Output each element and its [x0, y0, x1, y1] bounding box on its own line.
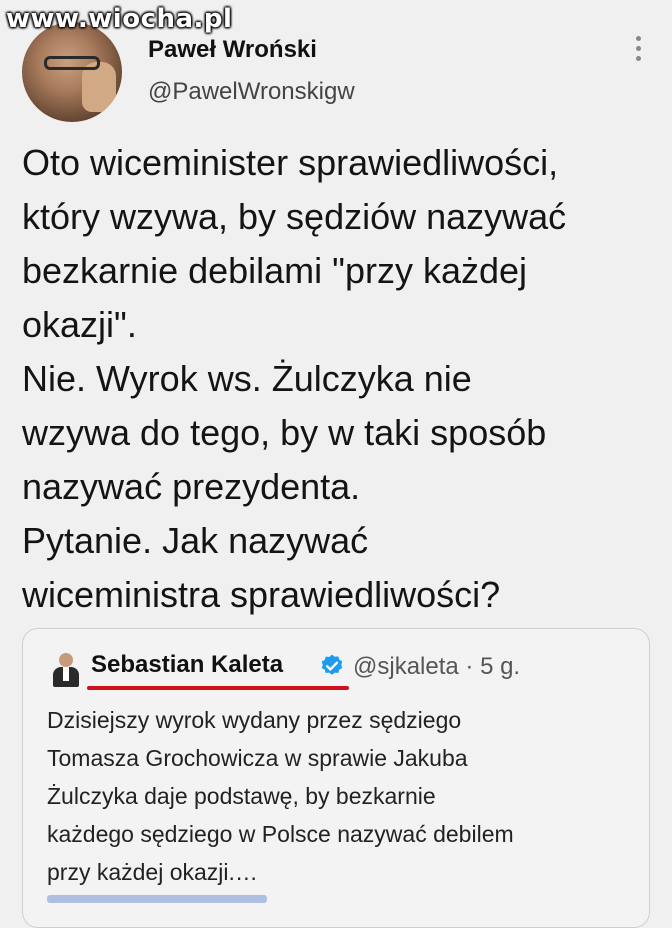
quoted-line: Tomasza Grochowicza w sprawie Jakuba [47, 745, 468, 771]
quoted-line: Dzisiejszy wyrok wydany przez sędziego [47, 707, 462, 733]
tweet-line: bezkarnie debilami "przy każdej [22, 250, 528, 291]
more-vertical-icon[interactable] [630, 36, 646, 66]
red-underline [87, 686, 349, 690]
tweet-line: Pytanie. Jak nazywać [22, 520, 369, 561]
quoted-author-name[interactable]: Sebastian Kaleta [91, 651, 283, 679]
tweet-line: wiceministra sprawiedliwości? [22, 574, 501, 615]
quoted-body: Dzisiejszy wyrok wydany przez sędziego T… [47, 701, 607, 891]
show-thread-link[interactable] [47, 895, 267, 903]
tweet-line: Oto wiceminister sprawiedliwości, [22, 142, 559, 183]
tweet-line: nazywać prezydenta. [22, 466, 361, 507]
tweet-body: Oto wiceminister sprawiedliwości, który … [22, 136, 662, 622]
verified-badge-icon [321, 654, 343, 675]
tweet-header: Paweł Wroński @PawelWronskigw [22, 22, 650, 122]
quoted-line: Żulczyka daje podstawę, by bezkarnie [47, 783, 436, 809]
author-avatar[interactable] [22, 22, 122, 122]
tweet-line: Nie. Wyrok ws. Żulczyka nie [22, 358, 472, 399]
watermark: www.wiocha.pl [6, 4, 233, 34]
author-name[interactable]: Paweł Wroński [148, 36, 317, 64]
tweet-line: który wzywa, by sędziów nazywać [22, 196, 567, 237]
quoted-author-avatar[interactable] [51, 653, 81, 687]
quoted-line: przy każdej okazji.… [47, 859, 258, 885]
quoted-line: każdego sędziego w Polsce nazywać debile… [47, 821, 514, 847]
quoted-tweet[interactable]: Sebastian Kaleta @sjkaleta · 5 g. Dzisie… [22, 628, 650, 928]
quoted-handle-time[interactable]: @sjkaleta · 5 g. [353, 653, 520, 681]
tweet-line: okazji". [22, 304, 137, 345]
author-handle[interactable]: @PawelWronskigw [148, 78, 355, 106]
tweet-line: wzywa do tego, by w taki sposób [22, 412, 547, 453]
